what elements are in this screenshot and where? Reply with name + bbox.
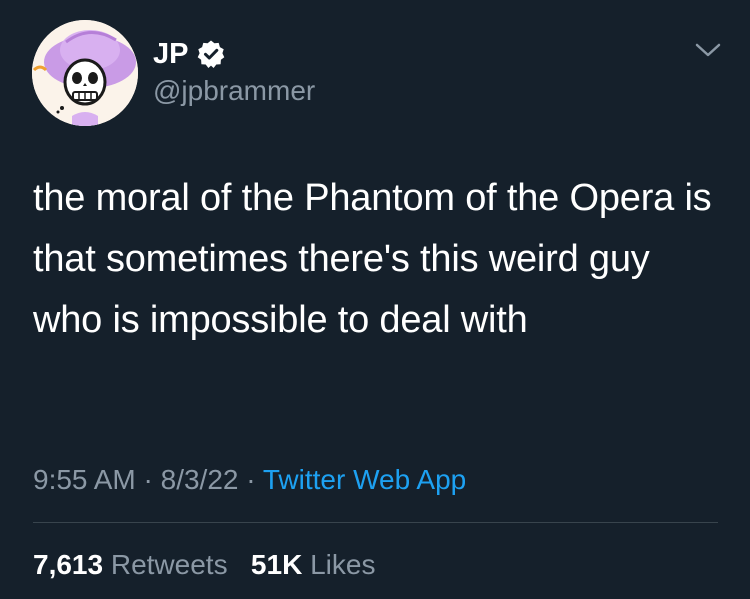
display-name[interactable]: JP bbox=[153, 37, 226, 71]
tweet-metadata: 9:55 AM · 8/3/22 · Twitter Web App bbox=[33, 462, 466, 498]
tweet-time[interactable]: 9:55 AM bbox=[33, 464, 136, 495]
verified-badge-icon bbox=[196, 39, 226, 69]
retweets-count[interactable]: 7,613 bbox=[33, 549, 103, 580]
tweet-card: JP @jpbrammer the moral of the Phantom o… bbox=[0, 0, 750, 599]
likes-label[interactable]: Likes bbox=[310, 549, 375, 580]
meta-separator: · bbox=[143, 464, 153, 495]
divider bbox=[33, 522, 718, 523]
likes-count[interactable]: 51K bbox=[251, 549, 302, 580]
tweet-source-link[interactable]: Twitter Web App bbox=[263, 464, 466, 495]
tweet-stats: 7,613 Retweets 51K Likes bbox=[33, 547, 375, 583]
tweet-text: the moral of the Phantom of the Opera is… bbox=[33, 177, 712, 341]
display-name-text[interactable]: JP bbox=[153, 37, 188, 71]
avatar[interactable] bbox=[32, 20, 138, 126]
retweets-label[interactable]: Retweets bbox=[111, 549, 228, 580]
meta-separator-2: · bbox=[246, 464, 256, 495]
tweet-date[interactable]: 8/3/22 bbox=[161, 464, 239, 495]
chevron-down-icon[interactable] bbox=[693, 38, 723, 62]
sugar-skull-icon bbox=[32, 20, 138, 126]
user-handle[interactable]: @jpbrammer bbox=[153, 74, 315, 108]
